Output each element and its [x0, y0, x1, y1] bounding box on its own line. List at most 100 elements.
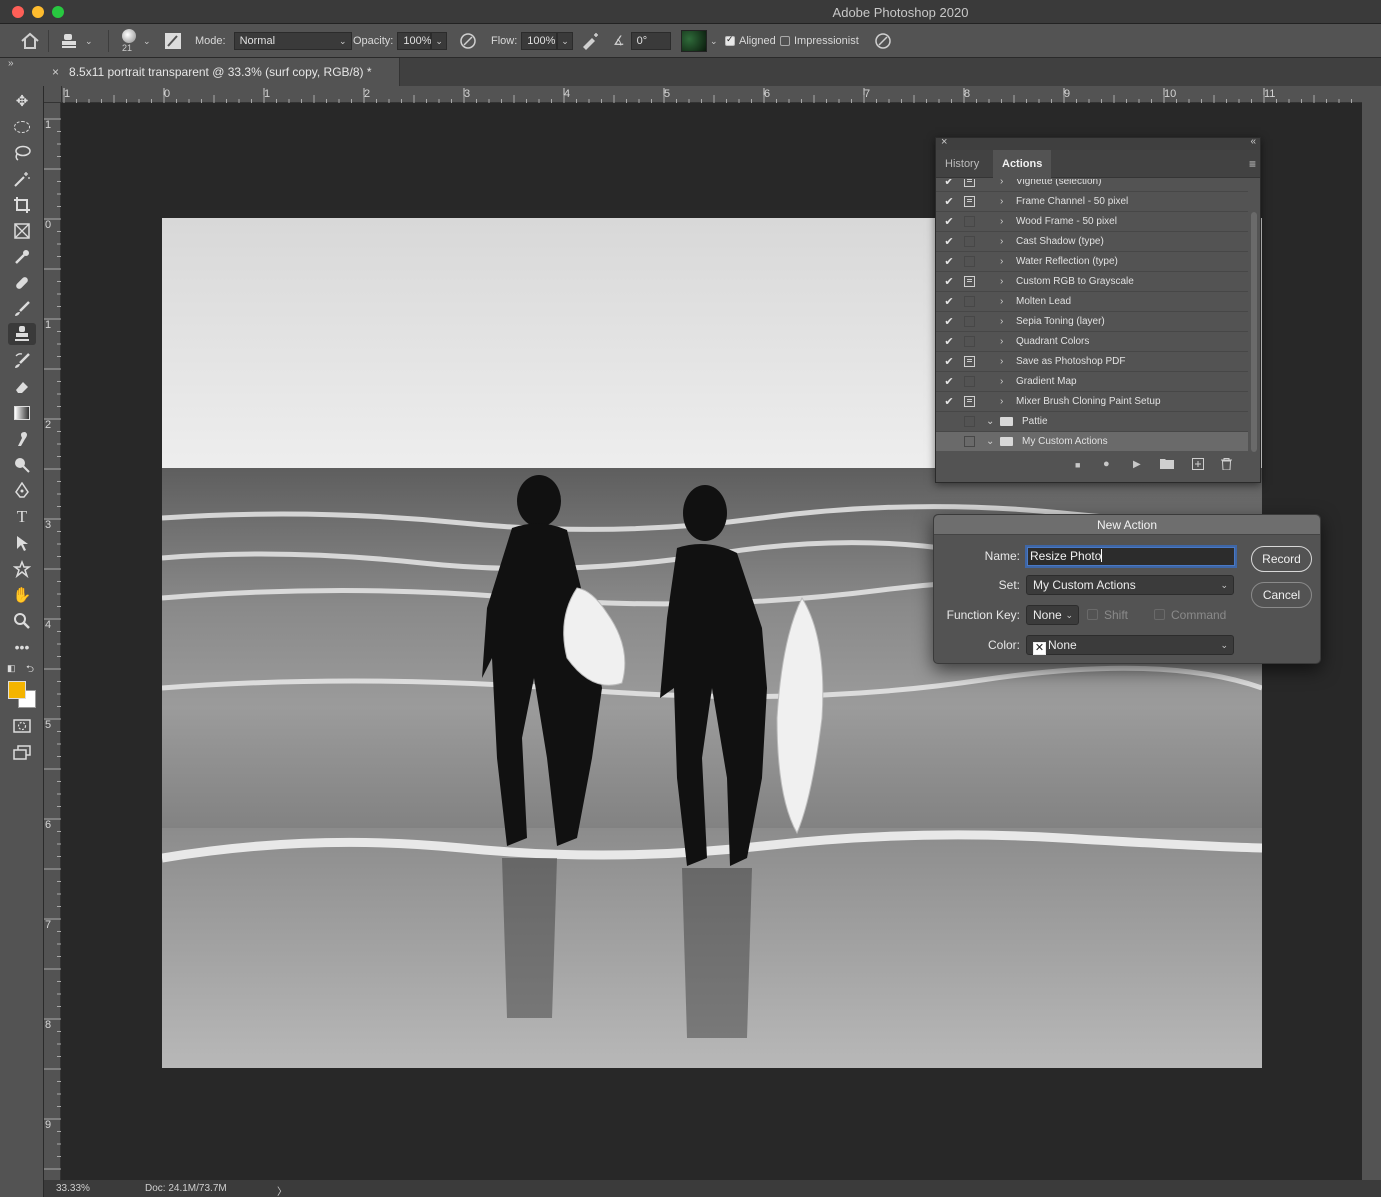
- action-row[interactable]: ✔ › Mixer Brush Cloning Paint Setup: [936, 392, 1248, 412]
- impressionist-checkbox-box[interactable]: [780, 36, 790, 46]
- history-brush-tool[interactable]: [8, 350, 36, 372]
- scrollbar-thumb[interactable]: [1251, 212, 1257, 452]
- brush-picker[interactable]: 21 ⌄: [118, 24, 151, 58]
- pressure-size-button[interactable]: [874, 24, 892, 58]
- action-row[interactable]: ✔ › Custom RGB to Grayscale: [936, 272, 1248, 292]
- action-row[interactable]: ✔ › Wood Frame - 50 pixel: [936, 212, 1248, 232]
- toggle-dialog-icon[interactable]: [964, 396, 975, 407]
- move-tool[interactable]: ✥: [8, 90, 36, 112]
- impressionist-checkbox[interactable]: Impressionist: [780, 24, 859, 58]
- hand-tool[interactable]: ✋: [8, 584, 36, 606]
- shift-checkbox[interactable]: [1087, 609, 1098, 620]
- chevron-right-icon[interactable]: ›: [1000, 276, 1003, 287]
- horizontal-ruler[interactable]: 1 0 1 2 3 4 5 6 7 8 9 10 11: [62, 86, 1362, 103]
- expand-toolbar-icon[interactable]: »: [8, 58, 14, 69]
- action-row[interactable]: ✔ › Save as Photoshop PDF: [936, 352, 1248, 372]
- chevron-right-icon[interactable]: ›: [1000, 179, 1003, 187]
- brush-tool[interactable]: [8, 298, 36, 320]
- crop-tool[interactable]: [8, 194, 36, 216]
- stop-icon[interactable]: ■: [1075, 460, 1080, 470]
- tab-history[interactable]: History: [936, 150, 988, 178]
- action-name-input[interactable]: Resize Photo: [1027, 547, 1235, 566]
- actions-scrollbar[interactable]: [1251, 212, 1257, 452]
- toggle-dialog-icon[interactable]: [964, 196, 975, 207]
- action-row[interactable]: ✔ › Molten Lead: [936, 292, 1248, 312]
- mode-select[interactable]: Normal ⌄: [233, 32, 352, 50]
- toggle-item-checkbox[interactable]: ✔: [943, 375, 955, 388]
- healing-brush-tool[interactable]: [8, 272, 36, 294]
- toggle-item-checkbox[interactable]: ✔: [943, 195, 955, 208]
- record-button[interactable]: Record: [1251, 546, 1312, 572]
- delete-trash-icon[interactable]: [1221, 458, 1232, 473]
- opacity-slider-toggle[interactable]: ⌄: [431, 32, 448, 50]
- smudge-tool[interactable]: [8, 428, 36, 450]
- tool-preset-picker[interactable]: ⌄: [60, 24, 93, 58]
- action-set-row[interactable]: ⌄ My Custom Actions: [936, 432, 1248, 451]
- toggle-dialog-icon[interactable]: [964, 336, 975, 347]
- toggle-dialog-icon[interactable]: [964, 316, 975, 327]
- chevron-right-icon[interactable]: ›: [1000, 216, 1003, 227]
- opacity-input[interactable]: 100%: [397, 32, 432, 50]
- toggle-item-checkbox[interactable]: ✔: [943, 355, 955, 368]
- chevron-right-icon[interactable]: ›: [1000, 356, 1003, 367]
- swap-colors-icon[interactable]: ⮌: [26, 662, 34, 679]
- set-select[interactable]: My Custom Actions ⌄: [1026, 575, 1234, 595]
- sample-layers-button[interactable]: ⌄: [681, 24, 718, 58]
- toggle-dialog-icon[interactable]: [964, 276, 975, 287]
- action-row[interactable]: ✔ › Frame Channel - 50 pixel: [936, 192, 1248, 212]
- chevron-right-icon[interactable]: ›: [1000, 196, 1003, 207]
- chevron-down-icon[interactable]: ⌄: [986, 416, 994, 427]
- play-icon[interactable]: ▶: [1133, 459, 1141, 470]
- action-row[interactable]: ✔ › Gradient Map: [936, 372, 1248, 392]
- status-menu-arrow[interactable]: 〉: [277, 1183, 287, 1197]
- toggle-dialog-icon[interactable]: [964, 296, 975, 307]
- quick-mask-button[interactable]: [8, 715, 36, 737]
- action-row[interactable]: ✔ › Sepia Toning (layer): [936, 312, 1248, 332]
- toggle-dialog-icon[interactable]: [964, 376, 975, 387]
- path-selection-tool[interactable]: [8, 532, 36, 554]
- pressure-opacity-button[interactable]: [459, 24, 477, 58]
- frame-tool[interactable]: [8, 220, 36, 242]
- new-set-folder-icon[interactable]: [1160, 458, 1174, 472]
- cancel-button[interactable]: Cancel: [1251, 582, 1312, 608]
- function-key-select[interactable]: None ⌄: [1026, 605, 1079, 625]
- chevron-right-icon[interactable]: ›: [1000, 316, 1003, 327]
- toggle-dialog-icon[interactable]: [964, 356, 975, 367]
- edit-toolbar-button[interactable]: •••: [8, 636, 36, 658]
- new-action-icon[interactable]: [1192, 458, 1204, 473]
- toggle-dialog-icon[interactable]: [964, 179, 975, 187]
- action-set-row[interactable]: ⌄ Pattie: [936, 412, 1248, 432]
- chevron-right-icon[interactable]: ›: [1000, 236, 1003, 247]
- default-colors-icon[interactable]: ◧: [7, 663, 16, 674]
- panel-menu-icon[interactable]: ≡: [1249, 157, 1256, 171]
- command-checkbox[interactable]: [1154, 609, 1165, 620]
- chevron-right-icon[interactable]: ›: [1000, 296, 1003, 307]
- close-tab-icon[interactable]: ×: [52, 65, 59, 79]
- action-row[interactable]: ✔ › Water Reflection (type): [936, 252, 1248, 272]
- chevron-right-icon[interactable]: ›: [1000, 376, 1003, 387]
- toggle-item-checkbox[interactable]: ✔: [943, 215, 955, 228]
- action-row[interactable]: ✔ › Quadrant Colors: [936, 332, 1248, 352]
- toggle-dialog-icon[interactable]: [964, 436, 975, 447]
- toggle-item-checkbox[interactable]: ✔: [943, 179, 955, 188]
- aligned-checkbox[interactable]: Aligned: [725, 24, 776, 58]
- chevron-right-icon[interactable]: ›: [1000, 396, 1003, 407]
- magic-wand-tool[interactable]: [8, 168, 36, 190]
- flow-input[interactable]: 100%: [521, 32, 558, 50]
- toggle-dialog-icon[interactable]: [964, 416, 975, 427]
- screen-mode-button[interactable]: [8, 741, 36, 763]
- gradient-tool[interactable]: [8, 402, 36, 424]
- toggle-brush-settings-button[interactable]: [164, 24, 182, 58]
- collapse-panel-icon[interactable]: «: [1250, 136, 1256, 147]
- toggle-item-checkbox[interactable]: ✔: [943, 395, 955, 408]
- zoom-tool[interactable]: [8, 610, 36, 632]
- home-button[interactable]: [20, 24, 40, 58]
- dodge-tool[interactable]: [8, 454, 36, 476]
- toggle-dialog-icon[interactable]: [964, 236, 975, 247]
- toggle-item-checkbox[interactable]: ✔: [943, 235, 955, 248]
- chevron-right-icon[interactable]: ›: [1000, 256, 1003, 267]
- lasso-tool[interactable]: [8, 142, 36, 164]
- color-select[interactable]: ✕ None ⌄: [1026, 635, 1234, 655]
- pen-tool[interactable]: [8, 480, 36, 502]
- airbrush-button[interactable]: [580, 24, 600, 58]
